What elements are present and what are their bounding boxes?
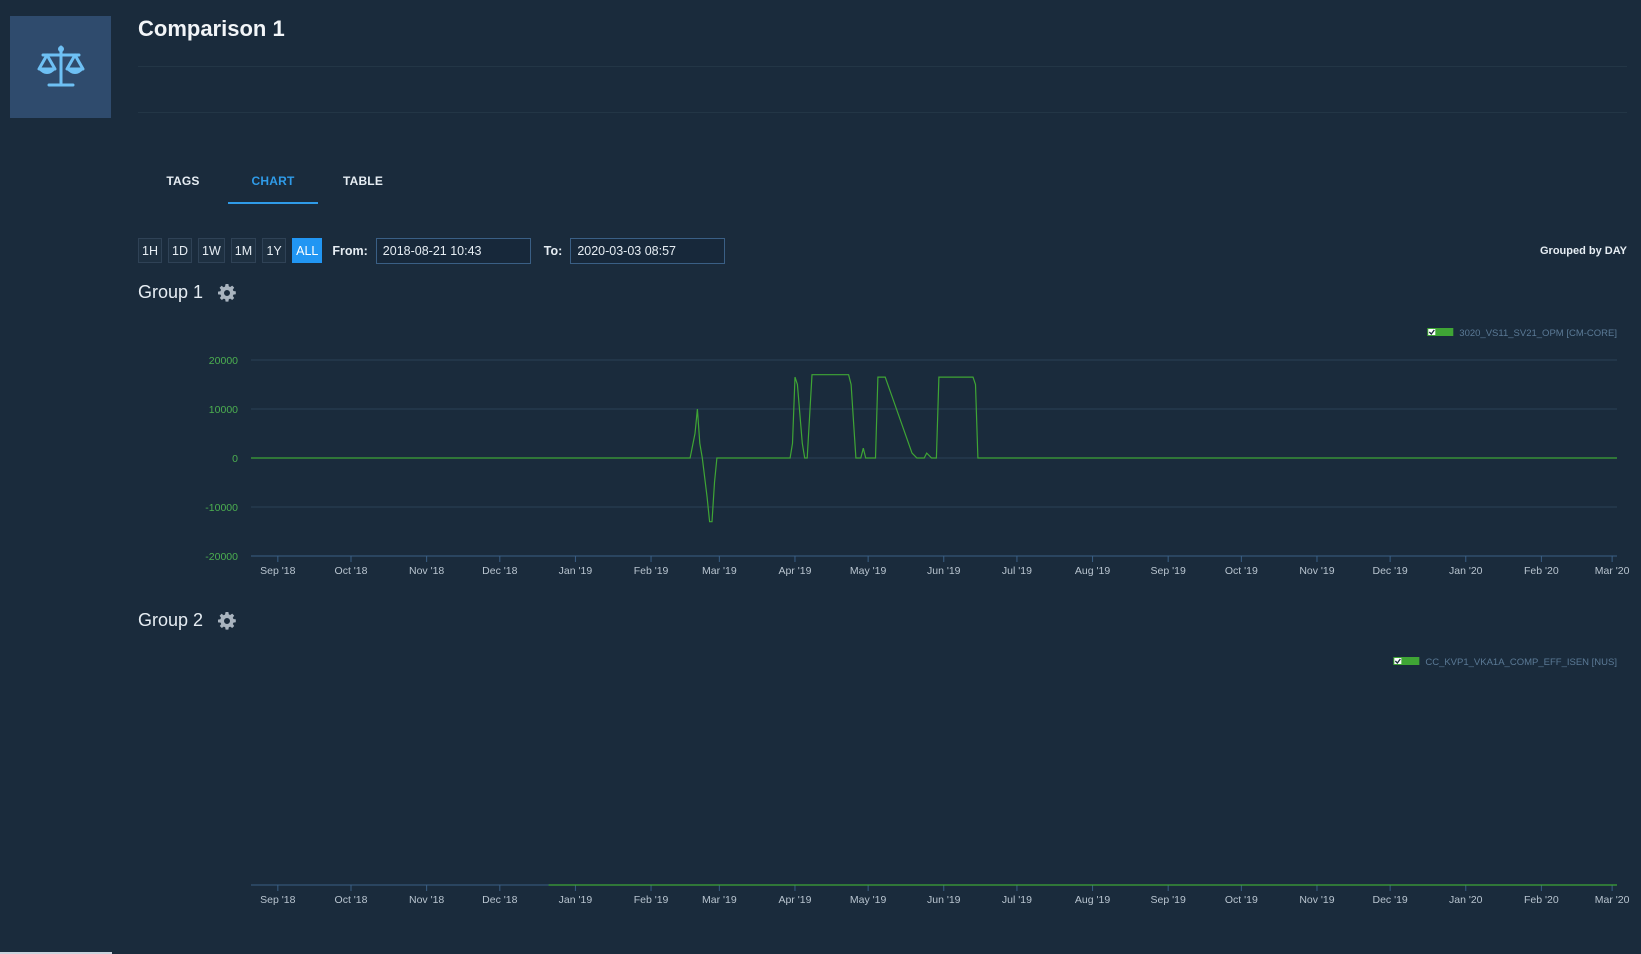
x-tick-label: Jun '19: [927, 565, 961, 577]
y-tick-label: -20000: [205, 551, 238, 563]
y-tick-label: -10000: [205, 502, 238, 514]
x-tick-label: Nov '19: [1299, 894, 1334, 906]
x-tick-label: Mar '20: [1595, 894, 1630, 906]
series-line: [251, 374, 1617, 523]
x-tick-label: Aug '19: [1075, 894, 1110, 906]
x-tick-label: Sep '18: [260, 565, 295, 577]
x-tick-label: Dec '18: [482, 894, 517, 906]
x-tick-label: Nov '18: [409, 894, 444, 906]
x-tick-label: Sep '19: [1151, 894, 1186, 906]
x-tick-label: Sep '18: [260, 894, 295, 906]
x-tick-label: Jan '20: [1449, 565, 1483, 577]
x-tick-label: Jul '19: [1002, 894, 1032, 906]
x-tick-label: Oct '19: [1225, 565, 1258, 577]
x-tick-label: Oct '18: [335, 894, 368, 906]
y-tick-label: 10000: [209, 404, 238, 416]
x-tick-label: Apr '19: [778, 894, 811, 906]
x-tick-label: Feb '20: [1524, 894, 1559, 906]
x-tick-label: Nov '19: [1299, 565, 1334, 577]
x-tick-label: Mar '20: [1595, 565, 1630, 577]
x-tick-label: Dec '19: [1373, 894, 1408, 906]
x-tick-label: Oct '19: [1225, 894, 1258, 906]
legend-label: 3020_VS11_SV21_OPM [CM-CORE]: [1459, 328, 1617, 339]
x-tick-label: Jul '19: [1002, 565, 1032, 577]
x-tick-label: May '19: [850, 565, 887, 577]
y-tick-label: 0: [232, 453, 238, 465]
x-tick-label: Nov '18: [409, 565, 444, 577]
x-tick-label: Dec '19: [1373, 565, 1408, 577]
x-tick-label: Feb '20: [1524, 565, 1559, 577]
x-tick-label: Sep '19: [1151, 565, 1186, 577]
x-tick-label: Jan '20: [1449, 894, 1483, 906]
x-tick-label: Mar '19: [702, 894, 737, 906]
charts-canvas: 20000 10000 0 -10000 -20000 Sep '18 Oct '18 Nov…: [205, 328, 1630, 906]
x-tick-label: Feb '19: [634, 565, 669, 577]
x-tick-label: Mar '19: [702, 565, 737, 577]
x-tick-label: Dec '18: [482, 565, 517, 577]
x-tick-label: Jan '19: [559, 894, 593, 906]
x-tick-label: Aug '19: [1075, 565, 1110, 577]
x-tick-label: Jan '19: [559, 565, 593, 577]
x-tick-label: Jun '19: [927, 894, 961, 906]
x-tick-label: Apr '19: [778, 565, 811, 577]
legend-label: CC_KVP1_VKA1A_COMP_EFF_ISEN [NUS]: [1425, 657, 1617, 668]
x-tick-label: Oct '18: [335, 565, 368, 577]
y-tick-label: 20000: [209, 355, 238, 367]
x-tick-label: May '19: [850, 894, 887, 906]
x-tick-label: Feb '19: [634, 894, 669, 906]
